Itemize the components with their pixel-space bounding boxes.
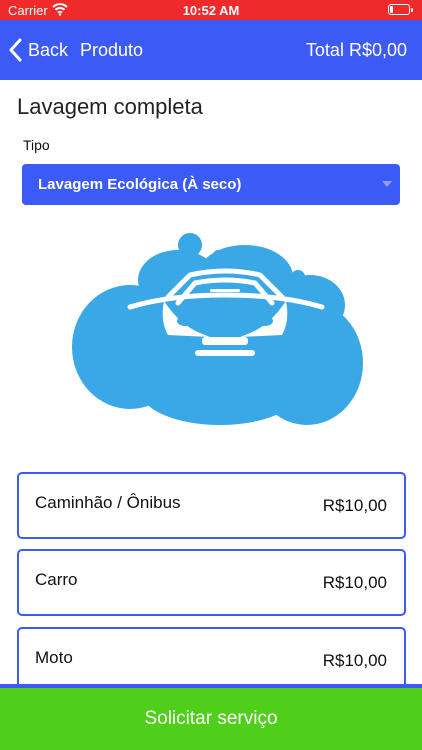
option-name: Moto bbox=[35, 648, 73, 667]
option-name: Carro bbox=[35, 570, 78, 589]
option-price: R$10,00 bbox=[322, 651, 387, 670]
status-bar: Carrier 10:52 AM bbox=[0, 0, 422, 20]
product-title: Lavagem completa bbox=[17, 94, 203, 119]
battery-level bbox=[390, 6, 393, 13]
option-card-carro[interactable]: Carro R$10,00 bbox=[17, 549, 406, 616]
battery-icon bbox=[388, 4, 413, 15]
request-service-button[interactable]: Solicitar serviço bbox=[0, 684, 422, 750]
back-label: Back bbox=[28, 39, 69, 60]
type-label: Tipo bbox=[23, 137, 50, 153]
navigation-bar: Back Produto Total R$0,00 bbox=[0, 20, 422, 80]
back-button[interactable]: Back bbox=[8, 37, 68, 63]
car-wash-bubbles-icon bbox=[72, 233, 363, 425]
chevron-left-icon bbox=[9, 38, 22, 62]
cart-total: Total R$0,00 bbox=[305, 40, 407, 60]
type-select-value: Lavagem Ecológica (À seco) bbox=[38, 176, 242, 193]
type-select[interactable]: Lavagem Ecológica (À seco) bbox=[22, 164, 400, 205]
option-price: R$10,00 bbox=[322, 573, 387, 592]
option-price: R$10,00 bbox=[322, 496, 387, 515]
chevron-down-icon bbox=[382, 181, 392, 187]
option-name: Caminhão / Ônibus bbox=[35, 493, 181, 512]
page-title: Produto bbox=[80, 40, 144, 60]
option-card-caminhao-onibus[interactable]: Caminhão / Ônibus R$10,00 bbox=[17, 472, 406, 539]
clock: 10:52 AM bbox=[182, 3, 240, 18]
